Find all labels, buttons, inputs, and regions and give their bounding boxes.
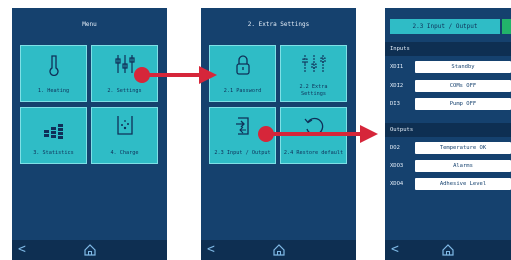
output-key: DO2	[390, 145, 400, 151]
lock-icon	[235, 55, 250, 75]
tile-heating[interactable]: 1. Heating	[20, 45, 87, 102]
output-value-field[interactable]: Alarms	[415, 160, 511, 172]
chevron-left-icon[interactable]: <	[18, 243, 26, 257]
thermometer-icon	[48, 55, 59, 76]
input-key: XDI2	[390, 83, 404, 89]
input-key: DI3	[390, 101, 400, 107]
screen-title: 2. Extra Settings	[247, 20, 310, 28]
input-row: XDI1 Standby	[385, 60, 511, 75]
tile-extra-settings[interactable]: 2.2 Extra Settings	[280, 45, 347, 102]
screen-title: Menu	[82, 20, 97, 28]
input-value-field[interactable]: Pump OFF	[415, 98, 511, 110]
input-key: XDI1	[390, 64, 404, 70]
output-key: XDO3	[390, 163, 404, 169]
home-icon[interactable]	[83, 243, 97, 257]
output-key: XDO4	[390, 181, 404, 187]
refill-icon	[116, 116, 133, 135]
output-value-field[interactable]: Adhesive Level	[415, 178, 511, 190]
status-indicator	[502, 19, 511, 34]
chevron-left-icon[interactable]: <	[391, 243, 399, 257]
chevron-left-icon[interactable]: <	[207, 243, 215, 257]
screen-title: 2.3 Input / Output	[390, 19, 500, 34]
bottom-nav-bar: <	[385, 240, 511, 260]
tile-label: 2.4 Restore default	[283, 150, 344, 156]
tile-label: 2.3 Input / Output	[214, 150, 271, 156]
input-row: DI3 Pump OFF	[385, 97, 511, 112]
input-value-field[interactable]: COMs OFF	[415, 80, 511, 92]
inputs-section-header: Inputs	[385, 42, 511, 56]
input-output-screen: 2.3 Input / Output Inputs XDI1 Standby X…	[385, 8, 511, 260]
output-row: XDO4 Adhesive Level	[385, 177, 511, 192]
io-icon	[235, 117, 249, 135]
home-icon[interactable]	[272, 243, 286, 257]
outputs-section-header: Outputs	[385, 123, 511, 137]
bottom-nav-bar: <	[201, 240, 356, 260]
bottom-nav-bar: <	[12, 240, 167, 260]
input-value-field[interactable]: Standby	[415, 61, 511, 73]
menu-screen: Menu 1. Heating 2. Settings 3. Statistic…	[12, 8, 167, 260]
output-value-field[interactable]: Temperature OK	[415, 142, 511, 154]
arrow-io-to-io-screen	[258, 125, 378, 143]
output-row: DO2 Temperature OK	[385, 141, 511, 156]
tile-label: 4. Charge	[110, 150, 139, 156]
output-row: XDO3 Alarms	[385, 159, 511, 174]
tile-label: 1. Heating	[37, 88, 70, 94]
tile-label: 2.2 Extra Settings	[299, 84, 328, 97]
sliders-icon	[301, 55, 326, 73]
bar-chart-icon	[43, 124, 63, 139]
input-row: XDI2 COMs OFF	[385, 79, 511, 94]
tile-charge[interactable]: 4. Charge	[91, 107, 158, 164]
tile-statistics[interactable]: 3. Statistics	[20, 107, 87, 164]
home-icon[interactable]	[441, 243, 455, 257]
arrow-settings-to-extra	[134, 66, 217, 84]
tile-label: 3. Statistics	[33, 150, 74, 156]
